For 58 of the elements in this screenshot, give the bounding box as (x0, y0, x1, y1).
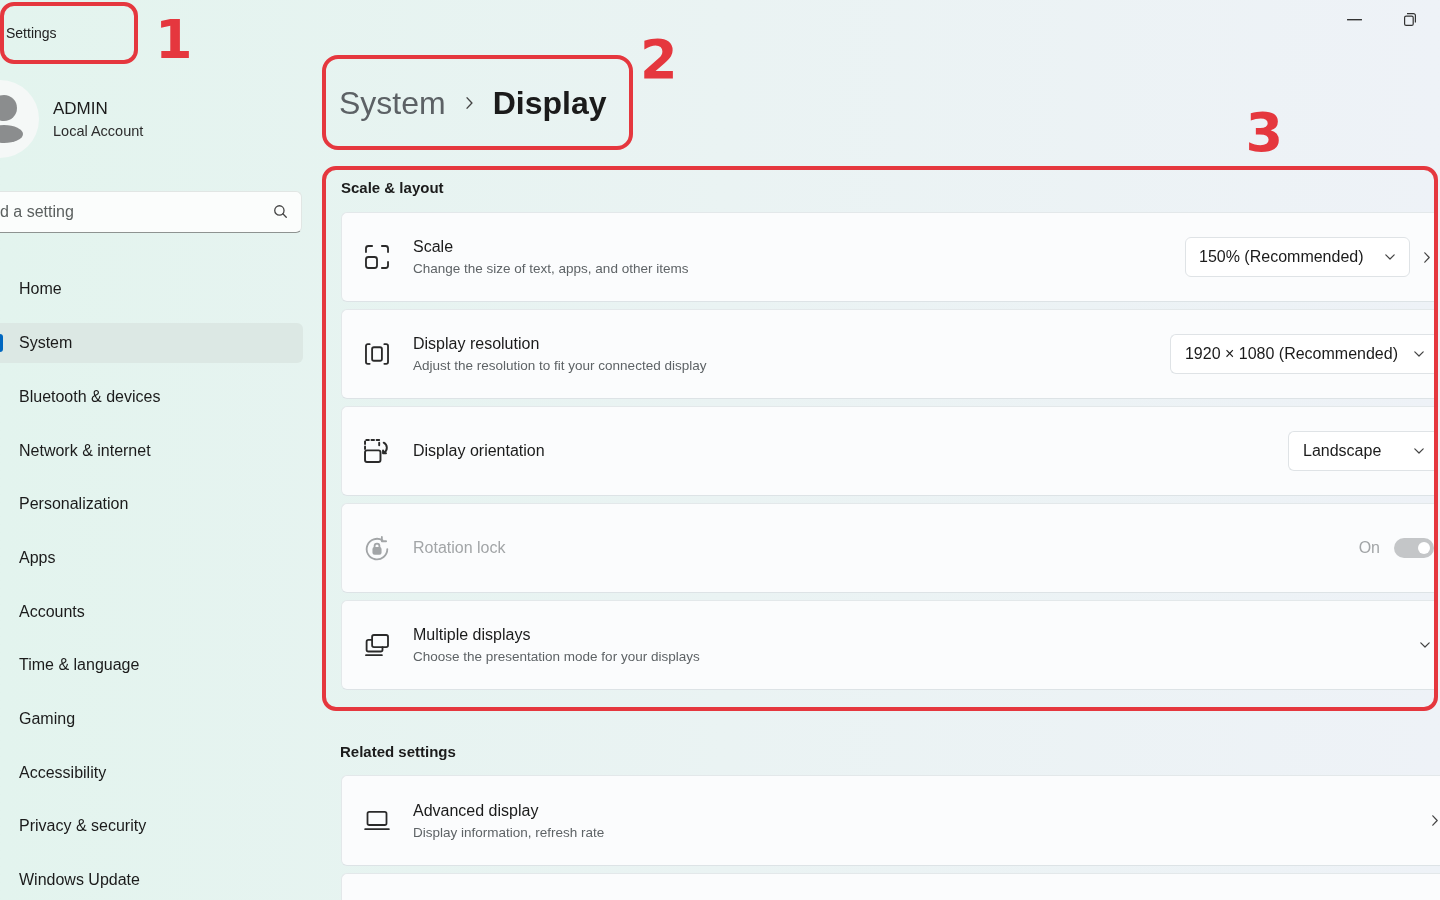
nav-item[interactable]: Accessibility (0, 752, 303, 793)
dropdown[interactable]: 1920 × 1080 (Recommended) (1169, 334, 1434, 374)
nav-item[interactable]: Time & language (0, 645, 303, 686)
minimize-icon (1347, 19, 1362, 21)
nav-item[interactable]: Home (0, 269, 303, 310)
nav-item[interactable]: Apps (0, 537, 303, 578)
chevron-down-icon (1414, 448, 1424, 454)
nav-item[interactable]: Network & internet (0, 430, 303, 471)
selection-indicator (0, 334, 3, 353)
setting-title: Display resolution (413, 334, 541, 354)
restore-button[interactable] (1404, 13, 1416, 26)
orientation-icon (364, 439, 390, 463)
settings-card[interactable]: Advanced display Display information, refresh rate (341, 775, 1440, 866)
nav-item[interactable]: Bluetooth & devices (0, 376, 303, 417)
resolution-icon (365, 343, 389, 365)
nav-item[interactable]: Privacy & security (0, 806, 303, 847)
search-field[interactable]: d a setting (0, 191, 302, 234)
setting-description: Display information, refresh rate (413, 823, 605, 841)
account-type: Local Account (53, 121, 144, 140)
account-name: ADMIN (53, 98, 109, 119)
setting-description: Adjust the resolution to fit your connected display (413, 357, 707, 374)
setting-title: Scale (413, 237, 455, 257)
multiple-displays-icon (365, 634, 389, 656)
annotation-number: 2 (640, 35, 678, 85)
setting-description: Choose the presentation mode for your displays (413, 648, 700, 665)
setting-title: Advanced display (413, 800, 540, 821)
setting-title: Display orientation (413, 441, 545, 461)
laptop-icon (364, 811, 390, 830)
page-title: Display (492, 83, 607, 123)
window-title: Settings (6, 23, 57, 43)
breadcrumb-parent[interactable]: System (339, 78, 446, 127)
restore-icon (1404, 13, 1416, 26)
chevron-right-icon (465, 96, 473, 109)
dropdown[interactable]: Landscape (1288, 431, 1434, 471)
setting-title: Rotation lock (413, 538, 506, 558)
toggle-state-label: On (1358, 538, 1380, 558)
nav-item[interactable]: Accounts (0, 591, 303, 632)
chevron-right-icon (1424, 251, 1430, 263)
nav-item[interactable]: Personalization (0, 484, 303, 525)
nav-item[interactable]: Windows Update (0, 860, 303, 900)
section-heading: Related settings (340, 742, 457, 762)
settings-card[interactable]: Scale Change the size of text, apps, and other items 150% (Recommended) (341, 212, 1434, 302)
section-heading: Scale & layout (341, 178, 445, 198)
setting-description: Change the size of text, apps, and other items (413, 260, 689, 277)
scale-icon (365, 245, 389, 269)
dropdown[interactable]: 150% (Recommended) (1185, 237, 1410, 277)
settings-card[interactable]: Multiple displays Choose the presentation mode for your displays (341, 600, 1434, 690)
nav-item[interactable]: System (0, 323, 303, 364)
setting-title: Multiple displays (413, 625, 532, 645)
avatar-icon (0, 79, 40, 160)
chevron-down-icon (1414, 351, 1424, 357)
chevron-right-icon (1432, 815, 1438, 826)
rotation-lock-icon (365, 535, 389, 561)
chevron-down-icon (1385, 254, 1395, 260)
search-icon (274, 205, 287, 219)
nav-item[interactable]: Gaming (0, 698, 303, 739)
annotation-number: 3 (1245, 108, 1283, 158)
annotation-number: 1 (155, 15, 193, 65)
